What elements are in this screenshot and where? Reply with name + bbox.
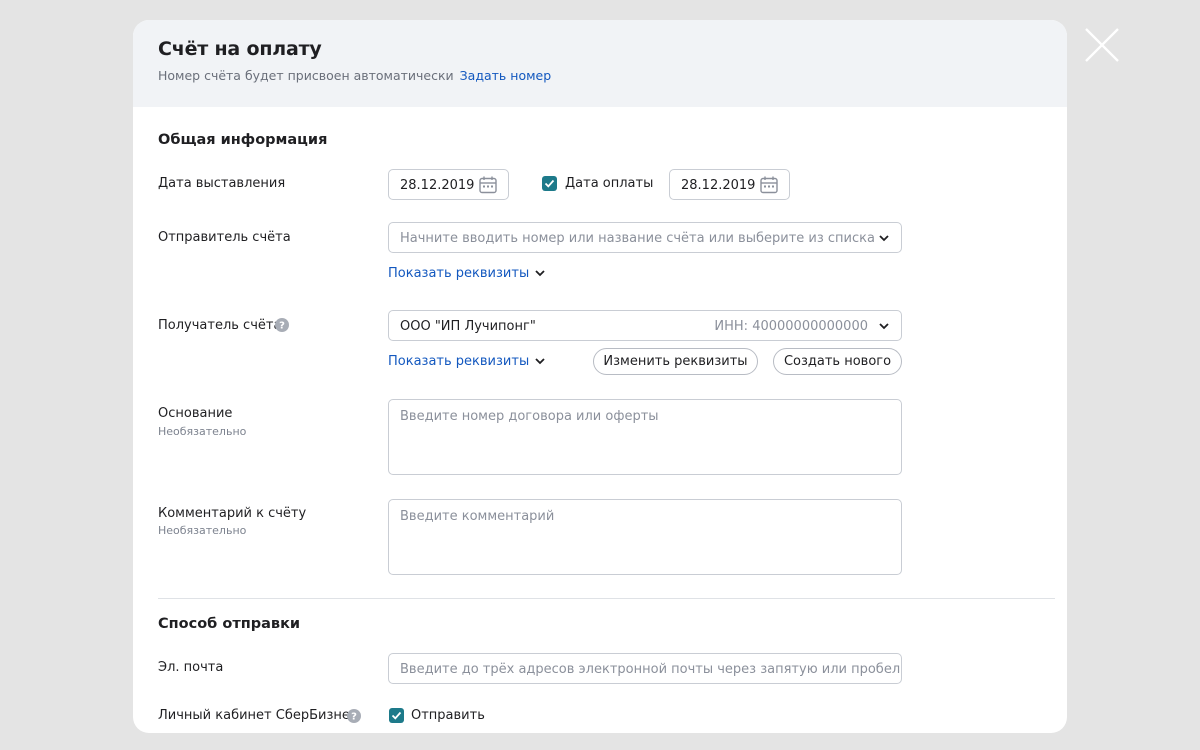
change-details-button[interactable]: Изменить реквизиты xyxy=(593,348,758,375)
issue-date-label: Дата выставления xyxy=(158,176,286,191)
chevron-down-icon xyxy=(879,235,889,242)
checkmark-icon xyxy=(544,179,555,188)
comment-placeholder: Введите комментарий xyxy=(400,509,555,524)
payment-date-label: Дата оплаты xyxy=(565,176,654,191)
section-title-delivery: Способ отправки xyxy=(158,616,301,632)
sender-select[interactable]: Начните вводить номер или название счёта… xyxy=(388,222,902,253)
issue-date-input[interactable]: 28.12.2019 xyxy=(388,169,509,200)
close-icon xyxy=(1085,28,1119,62)
create-new-button[interactable]: Создать нового xyxy=(773,348,902,375)
calendar-icon[interactable] xyxy=(759,175,779,195)
checkmark-icon xyxy=(391,711,402,720)
issue-date-value: 28.12.2019 xyxy=(400,178,475,193)
help-icon[interactable]: ? xyxy=(275,318,289,332)
sender-label: Отправитель счёта xyxy=(158,230,291,245)
chevron-down-icon xyxy=(535,357,545,364)
recipient-show-details-link[interactable]: Показать реквизиты xyxy=(388,354,546,369)
section-divider xyxy=(158,598,1055,599)
payment-date-checkbox[interactable] xyxy=(542,176,557,191)
close-modal-button[interactable] xyxy=(1084,27,1120,63)
recipient-value: ООО "ИП Лучипонг" xyxy=(400,319,536,334)
set-number-link[interactable]: Задать номер xyxy=(460,68,551,83)
help-icon[interactable]: ? xyxy=(347,709,361,723)
recipient-label-text: Получатель счёта xyxy=(158,318,282,333)
modal-subtitle: Номер счёта будет присвоен автоматически… xyxy=(158,68,551,83)
send-checkbox-label: Отправить xyxy=(411,708,485,723)
chevron-down-icon xyxy=(879,323,889,330)
basis-placeholder: Введите номер договора или оферты xyxy=(400,409,659,424)
sender-placeholder: Начните вводить номер или название счёта… xyxy=(400,231,875,246)
email-label: Эл. почта xyxy=(158,660,224,675)
svg-text:?: ? xyxy=(279,321,285,332)
modal-title: Счёт на оплату xyxy=(158,38,322,60)
basis-label: Основание xyxy=(158,406,233,421)
recipient-show-details-label: Показать реквизиты xyxy=(388,354,530,369)
section-title-general: Общая информация xyxy=(158,132,328,148)
recipient-inn: ИНН: 40000000000000 xyxy=(714,319,868,334)
email-input[interactable]: Введите до трёх адресов электронной почт… xyxy=(388,653,902,684)
comment-textarea[interactable]: Введите комментарий xyxy=(388,499,902,575)
cabinet-label: Личный кабинет СберБизнес xyxy=(158,708,358,723)
recipient-select[interactable]: ООО "ИП Лучипонг" ИНН: 40000000000000 xyxy=(388,310,902,341)
email-placeholder: Введите до трёх адресов электронной почт… xyxy=(400,662,901,677)
payment-date-value: 28.12.2019 xyxy=(681,178,756,193)
basis-optional-hint: Необязательно xyxy=(158,425,247,438)
svg-text:?: ? xyxy=(351,712,357,723)
payment-date-input[interactable]: 28.12.2019 xyxy=(669,169,790,200)
modal-header: Счёт на оплату Номер счёта будет присвое… xyxy=(133,20,1067,107)
invoice-modal: Счёт на оплату Номер счёта будет присвое… xyxy=(133,20,1067,733)
sender-show-details-link[interactable]: Показать реквизиты xyxy=(388,266,546,281)
auto-number-note: Номер счёта будет присвоен автоматически xyxy=(158,68,454,83)
comment-optional-hint: Необязательно xyxy=(158,524,247,537)
recipient-label: Получатель счёта xyxy=(158,318,281,333)
send-to-cabinet-checkbox[interactable] xyxy=(389,708,404,723)
basis-textarea[interactable]: Введите номер договора или оферты xyxy=(388,399,902,475)
comment-label: Комментарий к счёту xyxy=(158,506,307,521)
calendar-icon[interactable] xyxy=(478,175,498,195)
sender-show-details-label: Показать реквизиты xyxy=(388,266,530,281)
chevron-down-icon xyxy=(535,269,545,276)
